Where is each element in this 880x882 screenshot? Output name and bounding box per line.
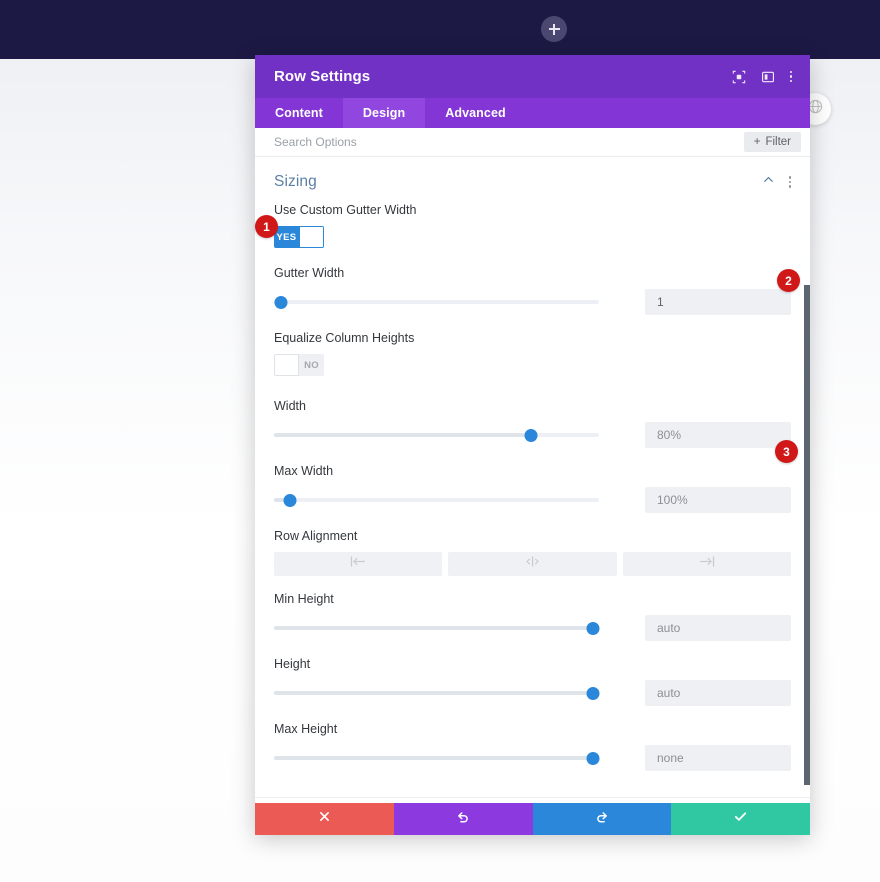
top-dark-bar bbox=[0, 0, 880, 59]
value-gutter-width[interactable]: 1 bbox=[645, 289, 791, 315]
more-vertical-icon[interactable] bbox=[789, 70, 792, 83]
option-label: Use Custom Gutter Width bbox=[274, 203, 417, 217]
plus-icon: + bbox=[753, 136, 761, 148]
slider-width[interactable] bbox=[274, 426, 599, 444]
search-row: + Filter bbox=[255, 128, 810, 157]
slider-fill bbox=[274, 433, 531, 437]
value-max-height[interactable]: none bbox=[645, 745, 791, 771]
slider-fill bbox=[274, 626, 593, 630]
slider-thumb[interactable] bbox=[586, 686, 599, 700]
header-icon-group bbox=[732, 70, 799, 84]
option-equalize-column-heights: Equalize Column Heights NO bbox=[255, 331, 810, 381]
filter-button-label: Filter bbox=[765, 136, 791, 148]
option-label: Row Alignment bbox=[274, 529, 358, 543]
option-label: Min Height bbox=[274, 592, 334, 606]
align-left-button[interactable] bbox=[274, 552, 443, 576]
row-alignment-group bbox=[274, 552, 791, 576]
slider-max-height[interactable] bbox=[274, 749, 599, 767]
tab-bar: Content Design Advanced bbox=[255, 98, 810, 128]
slider-track bbox=[274, 300, 599, 304]
slider-height[interactable] bbox=[274, 684, 599, 702]
section-title: Sizing bbox=[274, 173, 317, 190]
align-center-button[interactable] bbox=[448, 552, 617, 576]
settings-scroll-area: Sizing Use Custom Gutter Width YES Gutte… bbox=[255, 157, 810, 803]
redo-icon bbox=[595, 810, 609, 829]
toggle-knob bbox=[274, 354, 299, 376]
toggle-state-label: YES bbox=[276, 231, 297, 243]
slider-track bbox=[274, 498, 599, 502]
slider-max-width[interactable] bbox=[274, 491, 599, 509]
badge-number: 1 bbox=[263, 219, 270, 234]
badge-number: 2 bbox=[785, 273, 792, 288]
modal-header: Row Settings bbox=[255, 55, 810, 98]
option-label: Gutter Width bbox=[274, 266, 345, 280]
option-max-width: Max Width 100% bbox=[255, 464, 810, 513]
toggle-state-label: NO bbox=[304, 359, 319, 371]
section-header-spacing[interactable]: Spacing bbox=[255, 797, 810, 803]
option-label: Equalize Column Heights bbox=[274, 331, 415, 345]
value-height[interactable]: auto bbox=[645, 680, 791, 706]
tab-content[interactable]: Content bbox=[255, 98, 343, 128]
vertical-scrollbar[interactable] bbox=[804, 285, 810, 785]
slider-fill bbox=[274, 691, 593, 695]
option-label: Max Width bbox=[274, 464, 334, 478]
plus-icon bbox=[548, 23, 560, 35]
chevron-up-icon[interactable] bbox=[762, 173, 775, 191]
annotation-badge-3: 3 bbox=[775, 440, 798, 463]
value-width[interactable]: 80% bbox=[645, 422, 791, 448]
align-right-button[interactable] bbox=[622, 552, 791, 576]
save-button[interactable] bbox=[671, 803, 810, 835]
option-label: Height bbox=[274, 657, 311, 671]
slider-fill bbox=[274, 756, 593, 760]
option-label: Width bbox=[274, 399, 306, 413]
toggle-use-custom-gutter-width[interactable]: YES bbox=[274, 226, 324, 248]
slider-thumb[interactable] bbox=[283, 493, 297, 507]
redo-button[interactable] bbox=[532, 803, 672, 835]
align-right-icon bbox=[698, 555, 715, 573]
slider-min-height[interactable] bbox=[274, 619, 599, 637]
annotation-badge-1: 1 bbox=[255, 215, 278, 238]
add-section-button[interactable] bbox=[541, 16, 567, 42]
responsive-view-icon[interactable] bbox=[761, 70, 775, 84]
modal-body: Sizing Use Custom Gutter Width YES Gutte… bbox=[255, 157, 810, 803]
option-gutter-width: Gutter Width 1 bbox=[255, 266, 810, 315]
cancel-button[interactable] bbox=[255, 803, 394, 835]
tab-advanced[interactable]: Advanced bbox=[425, 98, 526, 128]
slider-thumb[interactable] bbox=[524, 428, 538, 442]
option-label: Max Height bbox=[274, 722, 338, 736]
option-height: Height auto bbox=[255, 657, 810, 706]
search-input[interactable] bbox=[274, 135, 744, 149]
option-row-alignment: Row Alignment bbox=[255, 529, 810, 576]
slider-thumb[interactable] bbox=[274, 295, 287, 309]
tab-design[interactable]: Design bbox=[342, 98, 426, 128]
slider-thumb[interactable] bbox=[586, 751, 599, 765]
toggle-equalize-column-heights[interactable]: NO bbox=[274, 354, 324, 376]
section-header-sizing[interactable]: Sizing bbox=[255, 157, 810, 203]
check-icon bbox=[733, 809, 748, 829]
slider-thumb[interactable] bbox=[586, 621, 599, 635]
undo-icon bbox=[456, 810, 470, 829]
page-title: Row Settings bbox=[274, 68, 371, 85]
annotation-badge-2: 2 bbox=[777, 269, 800, 292]
close-icon bbox=[318, 810, 331, 828]
filter-button[interactable]: + Filter bbox=[743, 132, 801, 152]
modal-footer bbox=[255, 803, 810, 835]
option-width: Width 80% bbox=[255, 399, 810, 448]
slider-gutter-width[interactable] bbox=[274, 293, 599, 311]
row-settings-modal: Row Settings Content Design Advanced Sea… bbox=[255, 55, 810, 835]
option-max-height: Max Height none bbox=[255, 722, 810, 771]
align-center-icon bbox=[524, 555, 541, 573]
toggle-knob bbox=[299, 226, 324, 248]
value-max-width[interactable]: 100% bbox=[645, 487, 791, 513]
undo-button[interactable] bbox=[393, 803, 533, 835]
more-vertical-icon[interactable] bbox=[788, 176, 791, 188]
value-min-height[interactable]: auto bbox=[645, 615, 791, 641]
align-left-icon bbox=[350, 555, 367, 573]
focus-target-icon[interactable] bbox=[732, 70, 746, 84]
badge-number: 3 bbox=[783, 444, 790, 459]
option-use-custom-gutter-width: Use Custom Gutter Width YES bbox=[255, 203, 810, 248]
option-min-height: Min Height auto bbox=[255, 592, 810, 641]
